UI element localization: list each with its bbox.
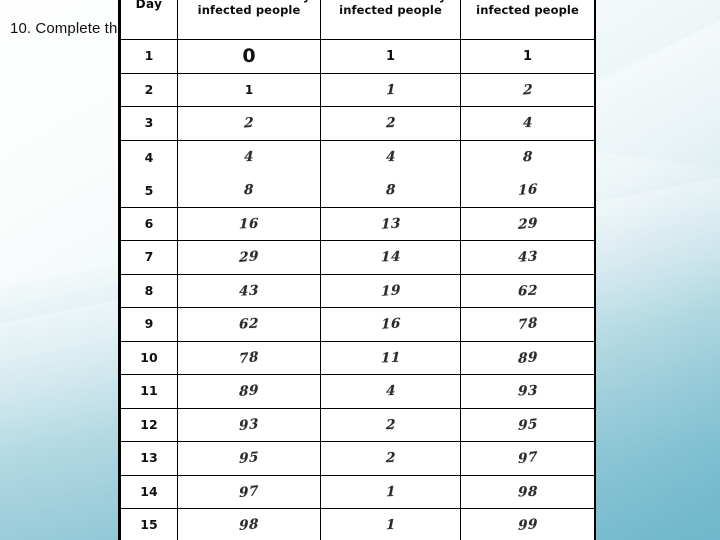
cell-total-infected: 1 xyxy=(460,39,595,74)
column-header-newly-infected-line2: infected people xyxy=(339,3,442,17)
cell-day: 14 xyxy=(120,474,178,509)
cell-newly-infected-5: 8 xyxy=(385,181,396,199)
cell-total-infected: 78 xyxy=(460,307,595,342)
cell-newly-infected: 11 xyxy=(320,340,461,375)
cell-newly-infected: 1 xyxy=(320,474,461,509)
table-row: 14 97 1 98 xyxy=(120,474,595,509)
column-header-day-line1: Day xyxy=(135,0,163,11)
cell-initially-infected: 16 xyxy=(177,206,321,241)
cell-initially-infected: 1 xyxy=(177,72,321,107)
cell-day: 2 xyxy=(120,72,178,107)
cell-newly-infected: 13 xyxy=(320,206,461,241)
cell-day: 3 xyxy=(120,106,178,141)
cell-total-infected: 2 xyxy=(460,72,595,107)
infection-table: Day Number of initially infected people … xyxy=(120,0,595,540)
cell-day: 6 xyxy=(120,206,178,241)
cell-newly-infected: 19 xyxy=(320,273,461,308)
table-row: 1 0 1 1 xyxy=(120,39,595,74)
table-row: 9 62 16 78 xyxy=(120,307,595,342)
cell-day-4: 4 xyxy=(144,149,154,165)
table-row: 2 1 1 2 xyxy=(120,72,595,107)
cell-initially-infected: 98 xyxy=(177,508,321,540)
cell-newly-infected: 4 xyxy=(320,374,461,409)
cell-newly-infected: 1 xyxy=(320,508,461,540)
table-row: 10 78 11 89 xyxy=(120,340,595,375)
cell-initially-infected: 97 xyxy=(177,474,321,509)
cell-initially-infected-4: 4 xyxy=(243,148,255,166)
cell-day: 9 xyxy=(120,307,178,342)
table-row: 6 16 13 29 xyxy=(120,206,595,241)
table-row: 15 98 1 99 xyxy=(120,508,595,540)
cell-total-infected: 97 xyxy=(460,441,595,476)
cell-newly-infected-4: 4 xyxy=(385,148,396,166)
worksheet-table-image: Day Number of initially infected people … xyxy=(118,0,596,540)
cell-initially-infected: 62 xyxy=(177,307,321,342)
cell-initially-infected: 43 xyxy=(177,273,321,308)
cell-newly-infected: 1 xyxy=(320,72,461,107)
cell-newly-infected: 2 xyxy=(320,106,461,141)
cell-newly-infected: 2 xyxy=(320,441,461,476)
cell-initially-infected: 29 xyxy=(177,240,321,275)
cell-initially-infected: 93 xyxy=(177,407,321,442)
cell-newly-infected: 2 xyxy=(320,407,461,442)
column-header-newly-infected: Number of newly infected people xyxy=(320,0,461,40)
column-header-total-infected: Total number of infected people xyxy=(460,0,595,40)
cell-newly-infected: 14 xyxy=(320,240,461,275)
table-header-row: Day Number of initially infected people … xyxy=(120,0,595,40)
cell-total-infected: 93 xyxy=(460,374,595,409)
table-row: 7 29 14 43 xyxy=(120,240,595,275)
slide-canvas: 10. Complete the table below. Day Number… xyxy=(0,0,720,540)
cell-initially-infected: 89 xyxy=(177,374,321,409)
cell-day-5: 5 xyxy=(144,182,154,198)
column-header-total-infected-line2: infected people xyxy=(476,3,579,17)
cell-newly-infected: 16 xyxy=(320,307,461,342)
cell-newly-infected-merged: 4 8 xyxy=(320,139,461,208)
cell-newly-infected: 1 xyxy=(320,39,461,74)
cell-initially-infected-5: 8 xyxy=(243,181,255,199)
cell-initially-infected-merged: 4 8 xyxy=(177,139,321,208)
table-row: 8 43 19 62 xyxy=(120,273,595,308)
cell-day: 8 xyxy=(120,273,178,308)
cell-total-infected: 4 xyxy=(460,106,595,141)
cell-day: 13 xyxy=(120,441,178,476)
cell-initially-infected: 78 xyxy=(177,340,321,375)
cell-initially-infected: 2 xyxy=(177,106,321,141)
column-header-initially-infected-line2: infected people xyxy=(197,3,301,17)
cell-total-infected-5: 16 xyxy=(517,181,538,199)
table-row: 12 93 2 95 xyxy=(120,407,595,442)
cell-day: 12 xyxy=(120,407,178,442)
cell-day: 10 xyxy=(120,340,178,375)
cell-total-infected: 62 xyxy=(460,273,595,308)
cell-initially-infected: 95 xyxy=(177,441,321,476)
column-header-day: Day xyxy=(120,0,178,40)
cell-day-merged: 4 5 xyxy=(120,139,178,208)
table-row: 11 89 4 93 xyxy=(120,374,595,409)
cell-total-infected-merged: 8 16 xyxy=(460,139,595,208)
cell-day: 11 xyxy=(120,374,178,409)
table-row: 3 2 2 4 xyxy=(120,106,595,141)
table-row-merged-4-5: 4 5 4 8 4 8 8 16 xyxy=(120,139,595,208)
cell-initially-infected: 0 xyxy=(177,39,321,74)
cell-total-infected-4: 8 xyxy=(522,148,533,166)
cell-total-infected: 99 xyxy=(460,508,595,540)
cell-total-infected: 43 xyxy=(460,240,595,275)
cell-day: 7 xyxy=(120,240,178,275)
cell-total-infected: 98 xyxy=(460,474,595,509)
cell-day: 1 xyxy=(120,39,178,74)
column-header-initially-infected: Number of initially infected people xyxy=(177,0,321,40)
cell-total-infected: 95 xyxy=(460,407,595,442)
table-row: 13 95 2 97 xyxy=(120,441,595,476)
cell-total-infected: 29 xyxy=(460,206,595,241)
cell-total-infected: 89 xyxy=(460,340,595,375)
cell-day: 15 xyxy=(120,508,178,540)
